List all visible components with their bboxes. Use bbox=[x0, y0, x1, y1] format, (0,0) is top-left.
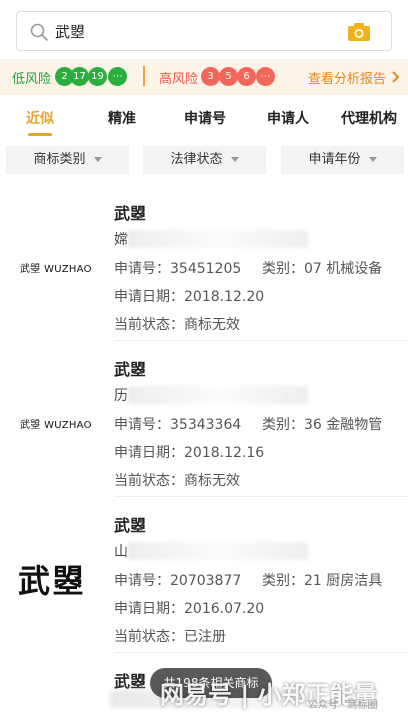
low-risk-count[interactable]: 19 bbox=[88, 67, 107, 86]
trademark-logo: 武曌 WUZHAO bbox=[20, 264, 92, 275]
filter-label: 法律状态 bbox=[170, 152, 223, 167]
high-risk-label: 高风险 bbox=[159, 72, 199, 87]
redacted-owner bbox=[128, 542, 308, 560]
application-date: 申请日期：2018.12.20 bbox=[114, 289, 265, 305]
result-item[interactable]: 武曌 武曌 山 申请号：20703877 类别：21 厨房洁具 申请日期：201… bbox=[0, 512, 408, 653]
high-risk-count[interactable]: 6 bbox=[237, 67, 256, 86]
low-risk-more[interactable]: ⋯ bbox=[108, 67, 127, 86]
search-mode-tabs: 近似 精准 申请号 申请人 代理机构 bbox=[0, 100, 408, 136]
high-risk-count[interactable]: 5 bbox=[219, 67, 238, 86]
result-item[interactable]: 武曌 WUZHAO 武曌 嫦 申请号：35451205 类别：07 机械设备 申… bbox=[0, 200, 408, 341]
application-number: 申请号：35343364 bbox=[114, 417, 242, 433]
trademark-logo: 武曌 WUZHAO bbox=[20, 420, 92, 431]
redacted-owner bbox=[128, 230, 308, 248]
tab-exact[interactable]: 精准 bbox=[108, 108, 136, 128]
caret-down-icon bbox=[93, 157, 102, 162]
application-number: 申请号：20703877 bbox=[114, 573, 242, 589]
trademark-logo: 武曌 bbox=[18, 562, 87, 600]
owner-name: 山 bbox=[114, 544, 128, 560]
trademark-category: 类别：07 机械设备 bbox=[262, 261, 383, 277]
application-date: 申请日期：2016.07.20 bbox=[114, 601, 265, 617]
trademark-name: 武曌 bbox=[114, 204, 147, 223]
owner-name: 嫦 bbox=[114, 232, 128, 248]
tab-similar[interactable]: 近似 bbox=[26, 108, 54, 128]
filter-legal-status[interactable]: 法律状态 bbox=[143, 146, 266, 174]
row-divider bbox=[114, 496, 408, 497]
risk-summary-bar: 低风险 2 17 19 ⋯ 高风险 3 5 6 ⋯ 查看分析报告 bbox=[0, 59, 408, 95]
view-report-link[interactable]: 查看分析报告 bbox=[308, 68, 386, 87]
filter-label: 商标类别 bbox=[33, 152, 86, 167]
application-date: 申请日期：2018.12.16 bbox=[114, 445, 265, 461]
current-status: 当前状态：商标无效 bbox=[114, 473, 240, 489]
search-query: 武曌 bbox=[55, 23, 86, 41]
filter-bar: 商标类别 法律状态 申请年份 bbox=[0, 146, 408, 174]
redacted-owner bbox=[128, 386, 308, 404]
search-icon bbox=[30, 23, 48, 41]
application-number: 申请号：35451205 bbox=[114, 261, 242, 277]
trademark-name: 武曌 bbox=[114, 360, 147, 379]
search-bar: 武曌 bbox=[0, 0, 408, 58]
chevron-right-icon[interactable] bbox=[391, 71, 400, 83]
active-tab-indicator bbox=[28, 133, 52, 136]
risk-divider bbox=[143, 66, 145, 86]
camera-icon[interactable] bbox=[347, 22, 371, 42]
current-status: 当前状态：已注册 bbox=[114, 629, 226, 645]
current-status: 当前状态：商标无效 bbox=[114, 317, 240, 333]
filter-label: 申请年份 bbox=[308, 152, 361, 167]
low-risk-label: 低风险 bbox=[12, 72, 52, 87]
row-divider bbox=[114, 340, 408, 341]
high-risk-count[interactable]: 3 bbox=[201, 67, 220, 86]
watermark-source: 公众号 · 商标圈 bbox=[308, 700, 378, 711]
low-risk-count[interactable]: 17 bbox=[70, 67, 89, 86]
tab-agency[interactable]: 代理机构 bbox=[341, 108, 397, 128]
tab-application-number[interactable]: 申请号 bbox=[184, 108, 226, 128]
search-input[interactable]: 武曌 bbox=[16, 11, 392, 51]
caret-down-icon bbox=[230, 157, 239, 162]
trademark-category: 类别：21 厨房洁具 bbox=[262, 573, 383, 589]
trademark-name: 武曌 bbox=[114, 516, 147, 535]
trademark-category: 类别：36 金融物管 bbox=[262, 417, 383, 433]
high-risk-more[interactable]: ⋯ bbox=[256, 67, 275, 86]
result-item[interactable]: 武曌 WUZHAO 武曌 历 申请号：35343364 类别：36 金融物管 申… bbox=[0, 356, 408, 497]
row-divider bbox=[114, 652, 408, 653]
filter-application-year[interactable]: 申请年份 bbox=[281, 146, 404, 174]
tab-applicant[interactable]: 申请人 bbox=[267, 108, 309, 128]
owner-name: 历 bbox=[114, 388, 128, 404]
trademark-name: 武曌 bbox=[114, 672, 147, 691]
filter-category[interactable]: 商标类别 bbox=[6, 146, 129, 174]
caret-down-icon bbox=[368, 157, 377, 162]
